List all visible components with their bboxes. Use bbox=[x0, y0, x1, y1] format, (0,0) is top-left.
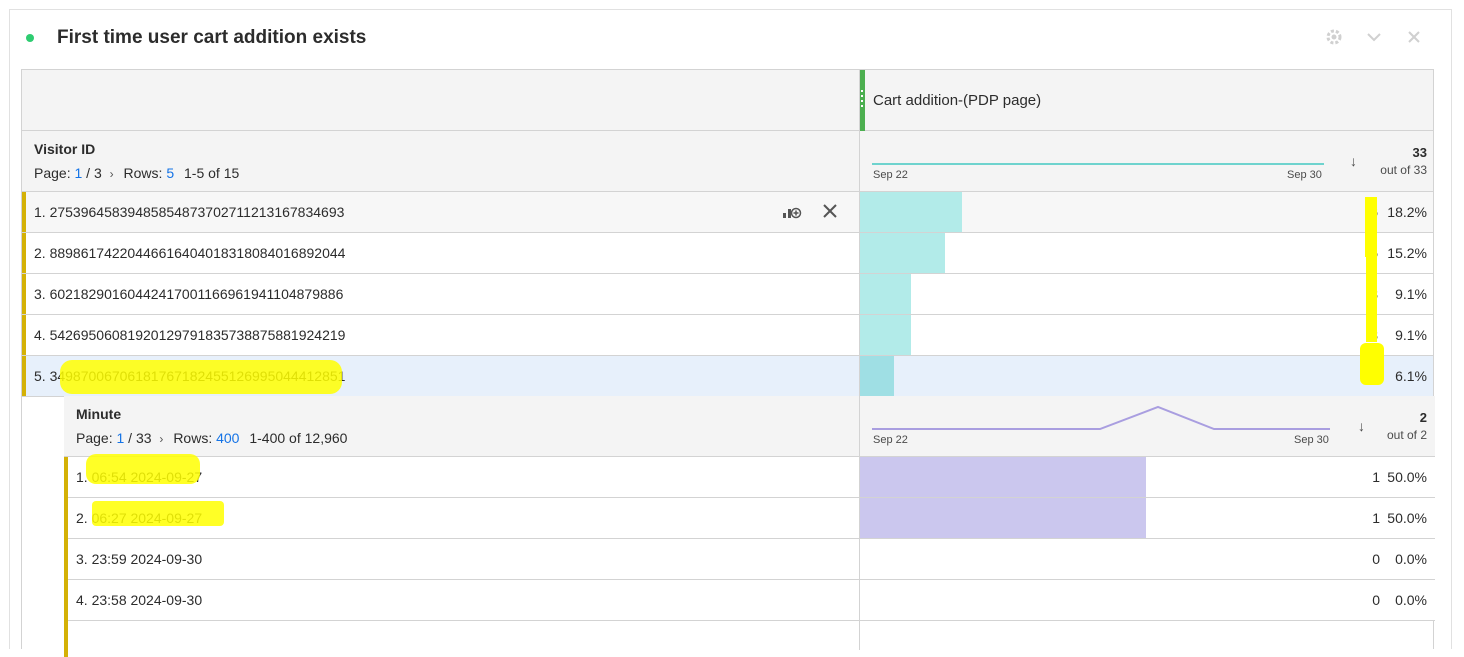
visitor-sparkline bbox=[872, 163, 1324, 165]
page-total: / 33 bbox=[128, 430, 152, 446]
close-icon[interactable] bbox=[1403, 27, 1425, 53]
row-marker bbox=[22, 274, 26, 314]
row-bar bbox=[860, 192, 962, 232]
highlight-mark bbox=[60, 360, 342, 394]
spark-end-date: Sep 30 bbox=[1287, 169, 1322, 181]
rows-label: Rows: bbox=[123, 165, 163, 181]
page-label: Page: bbox=[34, 165, 71, 181]
row-range: 1-5 of 15 bbox=[184, 165, 240, 181]
highlight-mark bbox=[1366, 242, 1377, 342]
row-label: 4. 5426950608192012979183573887588192421… bbox=[34, 327, 346, 343]
panel-header: First time user cart addition exists bbox=[10, 10, 1451, 68]
highlight-mark bbox=[92, 501, 224, 526]
row-bar bbox=[860, 315, 911, 355]
row-label: 3. 23:59 2024-09-30 bbox=[76, 551, 203, 567]
table-row[interactable]: 2. 8898617422044661640401831808401689204… bbox=[22, 233, 1433, 274]
row-label: 4. 23:58 2024-09-30 bbox=[76, 592, 203, 608]
highlight-mark bbox=[86, 454, 200, 484]
next-page-icon[interactable]: › bbox=[159, 432, 163, 446]
spark-start-date: Sep 22 bbox=[873, 434, 908, 446]
row-label: 2. 8898617422044661640401831808401689204… bbox=[34, 245, 346, 261]
metric-name: Cart addition-(PDP page) bbox=[873, 92, 1042, 109]
row-bar bbox=[860, 233, 945, 273]
row-marker bbox=[22, 356, 26, 396]
row-percent: 9.1% bbox=[1395, 286, 1427, 302]
row-percent: 15.2% bbox=[1387, 245, 1427, 261]
rows-select[interactable]: 5 bbox=[166, 165, 174, 181]
drag-handle-icon[interactable] bbox=[861, 90, 863, 110]
row-label: 1. 2753964583948585487370271121316783469… bbox=[34, 204, 345, 220]
rows-label: Rows: bbox=[173, 430, 213, 446]
table-row[interactable]: 2. 06:27 2024-09-27150.0% bbox=[68, 498, 1435, 539]
row-percent: 6.1% bbox=[1395, 368, 1427, 384]
row-marker bbox=[22, 315, 26, 355]
minute-sparkline bbox=[872, 405, 1330, 430]
visitor-pager: Page: 1 / 3 › Rows: 5 1-5 of 15 bbox=[34, 165, 239, 181]
column-total-out-of: out of 2 bbox=[1386, 428, 1427, 442]
close-icon[interactable] bbox=[822, 203, 846, 224]
gear-icon[interactable] bbox=[1323, 27, 1345, 53]
page-label: Page: bbox=[76, 430, 113, 446]
row-value: 1 bbox=[1372, 510, 1380, 526]
table-row[interactable]: 3. 6021829016044241700116696194110487988… bbox=[22, 274, 1433, 315]
row-value: 0 bbox=[1372, 551, 1380, 567]
minute-dimension-header: Minute Page: 1 / 33 › Rows: 400 1-400 of… bbox=[64, 396, 1435, 457]
table-row[interactable]: 1. 2753964583948585487370271121316783469… bbox=[22, 192, 1433, 233]
row-value: 0 bbox=[1372, 592, 1380, 608]
rows-select[interactable]: 400 bbox=[216, 430, 239, 446]
row-percent: 50.0% bbox=[1387, 510, 1427, 526]
chevron-down-icon[interactable] bbox=[1363, 27, 1385, 53]
highlight-mark bbox=[1360, 343, 1384, 385]
breakdown-icon[interactable] bbox=[782, 201, 806, 224]
row-value: 1 bbox=[1372, 469, 1380, 485]
row-percent: 0.0% bbox=[1395, 592, 1427, 608]
freeform-panel: First time user cart addition exists Car… bbox=[9, 9, 1452, 657]
visitor-dimension-header: Visitor ID Page: 1 / 3 › Rows: 5 1-5 of … bbox=[22, 131, 1433, 192]
spark-end-date: Sep 30 bbox=[1294, 434, 1329, 446]
column-total: 2 bbox=[1419, 410, 1427, 425]
panel-header-icons bbox=[1323, 27, 1425, 53]
row-range: 1-400 of 12,960 bbox=[249, 430, 348, 446]
table-row[interactable]: 1. 06:54 2024-09-27150.0% bbox=[68, 457, 1435, 498]
row-percent: 18.2% bbox=[1387, 204, 1427, 220]
column-total: 33 bbox=[1412, 145, 1427, 160]
next-page-icon[interactable]: › bbox=[110, 167, 114, 181]
page-current-input[interactable]: 1 bbox=[74, 165, 82, 181]
panel-title: First time user cart addition exists bbox=[57, 27, 367, 48]
minute-pager: Page: 1 / 33 › Rows: 400 1-400 of 12,960 bbox=[76, 430, 347, 446]
metric-column-header[interactable]: Cart addition-(PDP page) bbox=[22, 70, 1433, 131]
table-row[interactable]: 4. 5426950608192012979183573887588192421… bbox=[22, 315, 1433, 356]
row-percent: 0.0% bbox=[1395, 551, 1427, 567]
page-total: / 3 bbox=[86, 165, 102, 181]
row-bar bbox=[860, 356, 894, 396]
column-total-out-of: out of 33 bbox=[1380, 163, 1427, 177]
table-row[interactable]: 4. 23:58 2024-09-30 0 0.0% bbox=[68, 580, 1435, 621]
page-current-input[interactable]: 1 bbox=[116, 430, 124, 446]
dimension-title: Visitor ID bbox=[34, 141, 96, 157]
column-divider bbox=[859, 70, 860, 650]
row-marker bbox=[22, 233, 26, 273]
row-marker bbox=[22, 192, 26, 232]
freeform-table: Cart addition-(PDP page) Visitor ID Page… bbox=[21, 69, 1435, 657]
row-label: 3. 6021829016044241700116696194110487988… bbox=[34, 286, 344, 302]
spark-start-date: Sep 22 bbox=[873, 169, 908, 181]
dimension-title: Minute bbox=[76, 406, 122, 422]
status-dot bbox=[26, 34, 34, 42]
row-percent: 50.0% bbox=[1387, 469, 1427, 485]
row-bar bbox=[860, 498, 1146, 538]
table-row[interactable]: 3. 23:59 2024-09-30 0 0.0% bbox=[68, 539, 1435, 580]
row-actions bbox=[782, 201, 846, 224]
row-bar bbox=[860, 274, 911, 314]
row-percent: 9.1% bbox=[1395, 327, 1427, 343]
row-bar bbox=[860, 457, 1146, 497]
